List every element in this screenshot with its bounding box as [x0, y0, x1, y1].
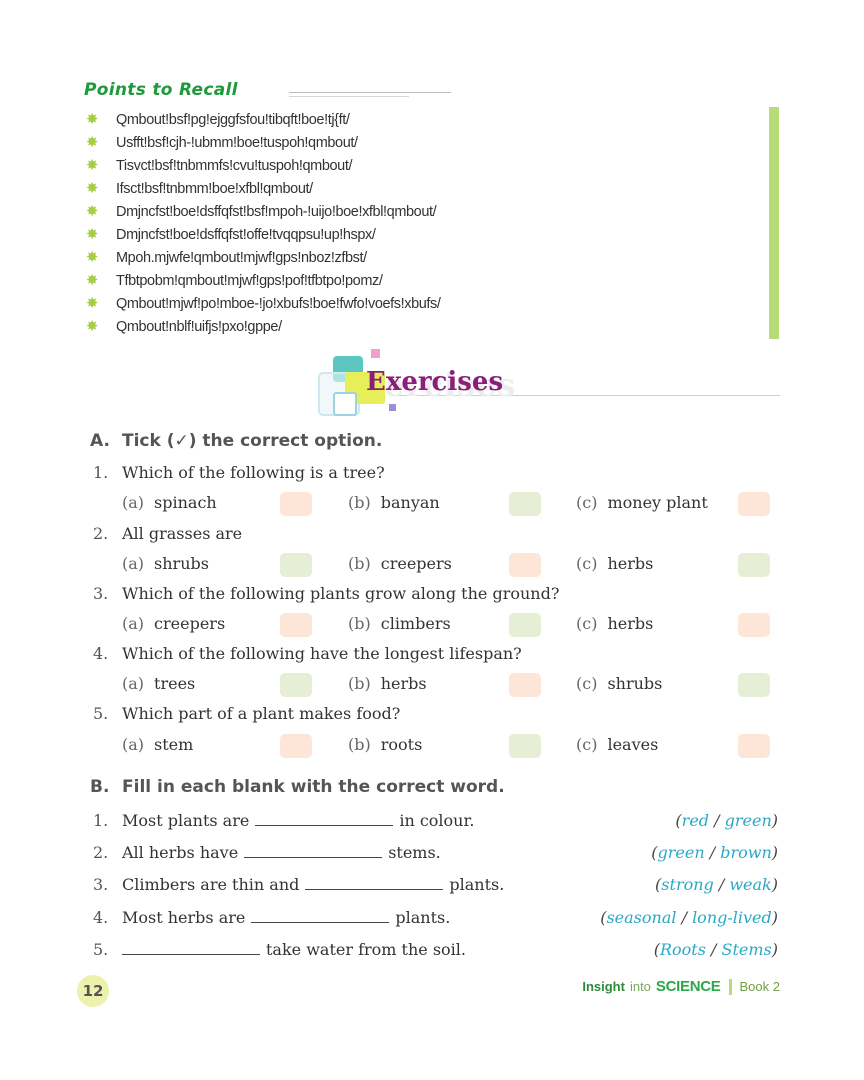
- recall-title-rule-secondary: [289, 96, 409, 97]
- q3-option-b: (b) climbers: [348, 614, 451, 633]
- flower-bullet-icon: ✸: [85, 203, 99, 220]
- q3-tick-box-c[interactable]: [738, 613, 770, 637]
- recall-list: ✸ Qmbout!bsf!pg!ejggfsfou!tibqft!boe!tj{f…: [84, 108, 744, 338]
- question-4: 4. Which of the following have the longes…: [93, 644, 522, 663]
- side-accent-bar: [769, 107, 779, 339]
- recall-title-rule: [289, 92, 451, 93]
- q5-option-c: (c) leaves: [576, 735, 659, 754]
- q4-tick-box-c[interactable]: [738, 673, 770, 697]
- book-footer: Insight into SCIENCE Book 2: [582, 978, 780, 995]
- q1-tick-box-c[interactable]: [738, 492, 770, 516]
- recall-title: Points to Recall: [84, 80, 238, 100]
- q1-tick-box-b[interactable]: [509, 492, 541, 516]
- q2-option-c: (c) herbs: [576, 554, 654, 573]
- flower-bullet-icon: ✸: [85, 318, 99, 335]
- fill-item-5: 5. take water from the soil.: [93, 940, 466, 959]
- recall-item: ✸ Qmbout!nblf!uifjs!pxo!gppe/: [85, 318, 282, 335]
- fill-item-1: 1. Most plants are in colour.: [93, 811, 475, 830]
- recall-item: ✸ Tfbtpobm!qmbout!mjwf!gps!pof!tfbtpo!pom…: [85, 272, 383, 289]
- question-3: 3. Which of the following plants grow alo…: [93, 584, 560, 603]
- q4-tick-box-b[interactable]: [509, 673, 541, 697]
- blank-field[interactable]: [244, 843, 383, 858]
- q2-option-b: (b) creepers: [348, 554, 452, 573]
- recall-item: ✸ Qmbout!mjwf!po!mboe-!jo!xbufs!boe!fwfo!…: [85, 295, 441, 312]
- flower-bullet-icon: ✸: [85, 249, 99, 266]
- fill-choices-3: (strong / weak): [655, 875, 778, 894]
- flower-bullet-icon: ✸: [85, 272, 99, 289]
- recall-item: ✸ Qmbout!bsf!pg!ejggfsfou!tibqft!boe!tj{f…: [85, 111, 350, 128]
- q4-option-c: (c) shrubs: [576, 674, 663, 693]
- blank-field[interactable]: [251, 908, 390, 923]
- footer-separator: [728, 978, 732, 995]
- fill-choices-1: (red / green): [675, 811, 778, 830]
- q5-tick-box-a[interactable]: [280, 734, 312, 758]
- fill-item-2: 2. All herbs have stems.: [93, 843, 441, 862]
- q2-tick-box-b[interactable]: [509, 553, 541, 577]
- recall-item: ✸ Tisvct!bsf!tnbmmfs!cvu!tuspoh!qmbout/: [85, 157, 353, 174]
- q1-option-a: (a) spinach: [122, 493, 217, 512]
- section-a-heading: A. Tick (✓) the correct option.: [90, 431, 383, 451]
- q3-option-a: (a) creepers: [122, 614, 226, 633]
- page-number: 12: [77, 975, 109, 1007]
- q4-tick-box-a[interactable]: [280, 673, 312, 697]
- section-b-heading: B. Fill in each blank with the correct wo…: [90, 777, 505, 797]
- flower-bullet-icon: ✸: [85, 111, 99, 128]
- q5-tick-box-b[interactable]: [509, 734, 541, 758]
- question-2: 2. All grasses are: [93, 524, 243, 543]
- fill-choices-4: (seasonal / long-lived): [600, 908, 778, 927]
- flower-bullet-icon: ✸: [85, 226, 99, 243]
- q1-option-b: (b) banyan: [348, 493, 440, 512]
- q4-option-b: (b) herbs: [348, 674, 427, 693]
- q5-option-a: (a) stem: [122, 735, 194, 754]
- q3-option-c: (c) herbs: [576, 614, 654, 633]
- q3-tick-box-b[interactable]: [509, 613, 541, 637]
- q4-option-a: (a) trees: [122, 674, 196, 693]
- flower-bullet-icon: ✸: [85, 180, 99, 197]
- recall-item: ✸ Dmjncfst!boe!dsffqfst!bsf!mpoh-!uijo!bo…: [85, 203, 437, 220]
- flower-bullet-icon: ✸: [85, 157, 99, 174]
- blank-field[interactable]: [255, 811, 394, 826]
- q2-tick-box-c[interactable]: [738, 553, 770, 577]
- question-5: 5. Which part of a plant makes food?: [93, 704, 401, 723]
- exercises-title: Exercises: [366, 367, 504, 397]
- q3-tick-box-a[interactable]: [280, 613, 312, 637]
- question-1: 1. Which of the following is a tree?: [93, 463, 385, 482]
- flower-bullet-icon: ✸: [85, 134, 99, 151]
- recall-item: ✸ Usfft!bsf!cjh-!ubmm!boe!tuspoh!qmbout/: [85, 134, 358, 151]
- q5-option-b: (b) roots: [348, 735, 423, 754]
- q2-option-a: (a) shrubs: [122, 554, 209, 573]
- fill-choices-2: (green / brown): [651, 843, 778, 862]
- fill-item-4: 4. Most herbs are plants.: [93, 908, 451, 927]
- recall-item: ✸ Ifsct!bsf!tnbmm!boe!xfbl!qmbout/: [85, 180, 313, 197]
- flower-bullet-icon: ✸: [85, 295, 99, 312]
- blank-field[interactable]: [122, 940, 260, 955]
- recall-item: ✸ Dmjncfst!boe!dsffqfst!offe!tvqqpsu!up!h…: [85, 226, 376, 243]
- q5-tick-box-c[interactable]: [738, 734, 770, 758]
- blank-field[interactable]: [305, 875, 444, 890]
- fill-item-3: 3. Climbers are thin and plants.: [93, 875, 505, 894]
- fill-choices-5: (Roots / Stems): [653, 940, 778, 959]
- q1-tick-box-a[interactable]: [280, 492, 312, 516]
- q1-option-c: (c) money plant: [576, 493, 708, 512]
- recall-item: ✸ Mpoh.mjwfe!qmbout!mjwf!gps!nboz!zfbst/: [85, 249, 367, 266]
- q2-tick-box-a[interactable]: [280, 553, 312, 577]
